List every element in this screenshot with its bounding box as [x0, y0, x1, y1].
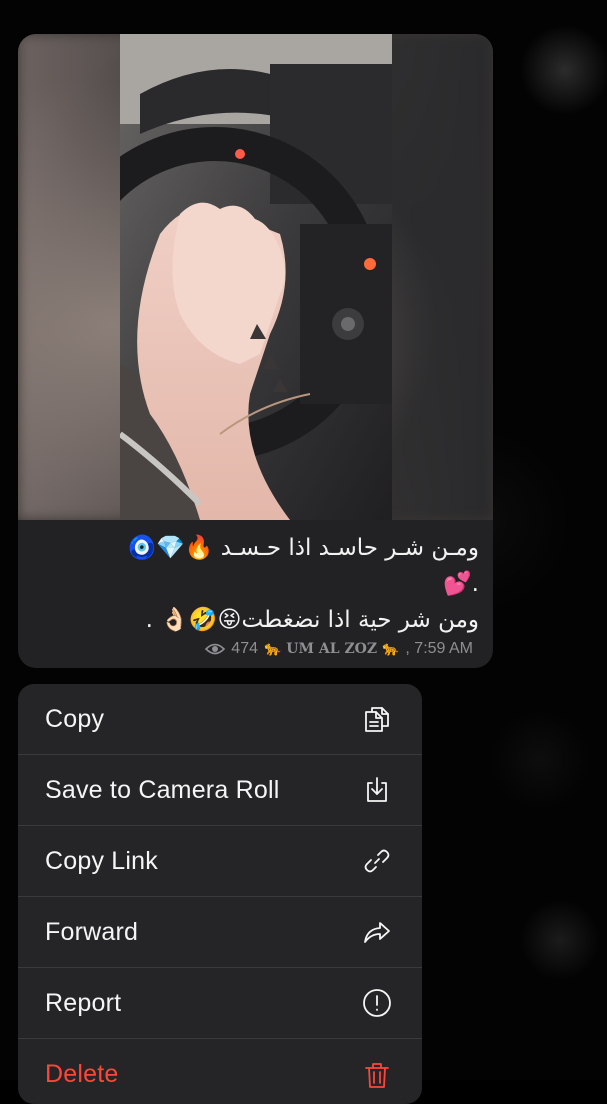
message-bubble[interactable]: ومـن شـر حاسـد اذا حـسـد 🔥💎🧿 .💕 ومن شر ح… — [18, 34, 493, 668]
menu-item-save-to-camera-roll[interactable]: Save to Camera Roll — [18, 755, 422, 826]
menu-item-label: Copy — [45, 704, 105, 733]
caption-line: .💕 — [443, 571, 479, 597]
message-time: , 7:59 AM — [405, 640, 473, 657]
menu-item-report[interactable]: Report — [18, 968, 422, 1039]
message-media-photo[interactable] — [18, 34, 493, 520]
eye-icon — [205, 642, 226, 656]
caption-line: ومـن شـر حاسـد اذا حـسـد 🔥💎🧿 — [127, 535, 479, 561]
forward-arrow-icon — [360, 915, 394, 949]
menu-item-label: Forward — [45, 917, 139, 946]
link-icon — [360, 844, 394, 878]
view-count: 474 — [231, 640, 258, 657]
save-download-icon — [360, 773, 394, 807]
menu-item-label: Copy Link — [45, 846, 158, 875]
menu-item-copy[interactable]: Copy — [18, 684, 422, 755]
trash-icon — [360, 1058, 394, 1092]
menu-item-label: Report — [45, 988, 122, 1017]
menu-item-copy-link[interactable]: Copy Link — [18, 826, 422, 897]
menu-item-delete[interactable]: Delete — [18, 1039, 422, 1104]
context-menu: Copy Save to Camera Roll Copy Link Forwa… — [18, 684, 422, 1104]
copy-icon — [360, 702, 394, 736]
menu-item-label: Delete — [45, 1060, 119, 1088]
photo-hands-steering-wheel — [120, 34, 392, 520]
channel-signature: 🐆 UM AL ZOZ 🐆 — [264, 641, 400, 657]
message-meta: 474 🐆 UM AL ZOZ 🐆 , 7:59 AM — [205, 640, 473, 658]
menu-item-forward[interactable]: Forward — [18, 897, 422, 968]
message-caption: ومـن شـر حاسـد اذا حـسـد 🔥💎🧿 .💕 ومن شر ح… — [32, 530, 479, 638]
caption-line: ومن شر حية اذا نضغطت😝🤣👌🏻 . — [145, 607, 479, 633]
report-exclamation-icon — [360, 986, 394, 1020]
menu-item-label: Save to Camera Roll — [45, 775, 280, 804]
